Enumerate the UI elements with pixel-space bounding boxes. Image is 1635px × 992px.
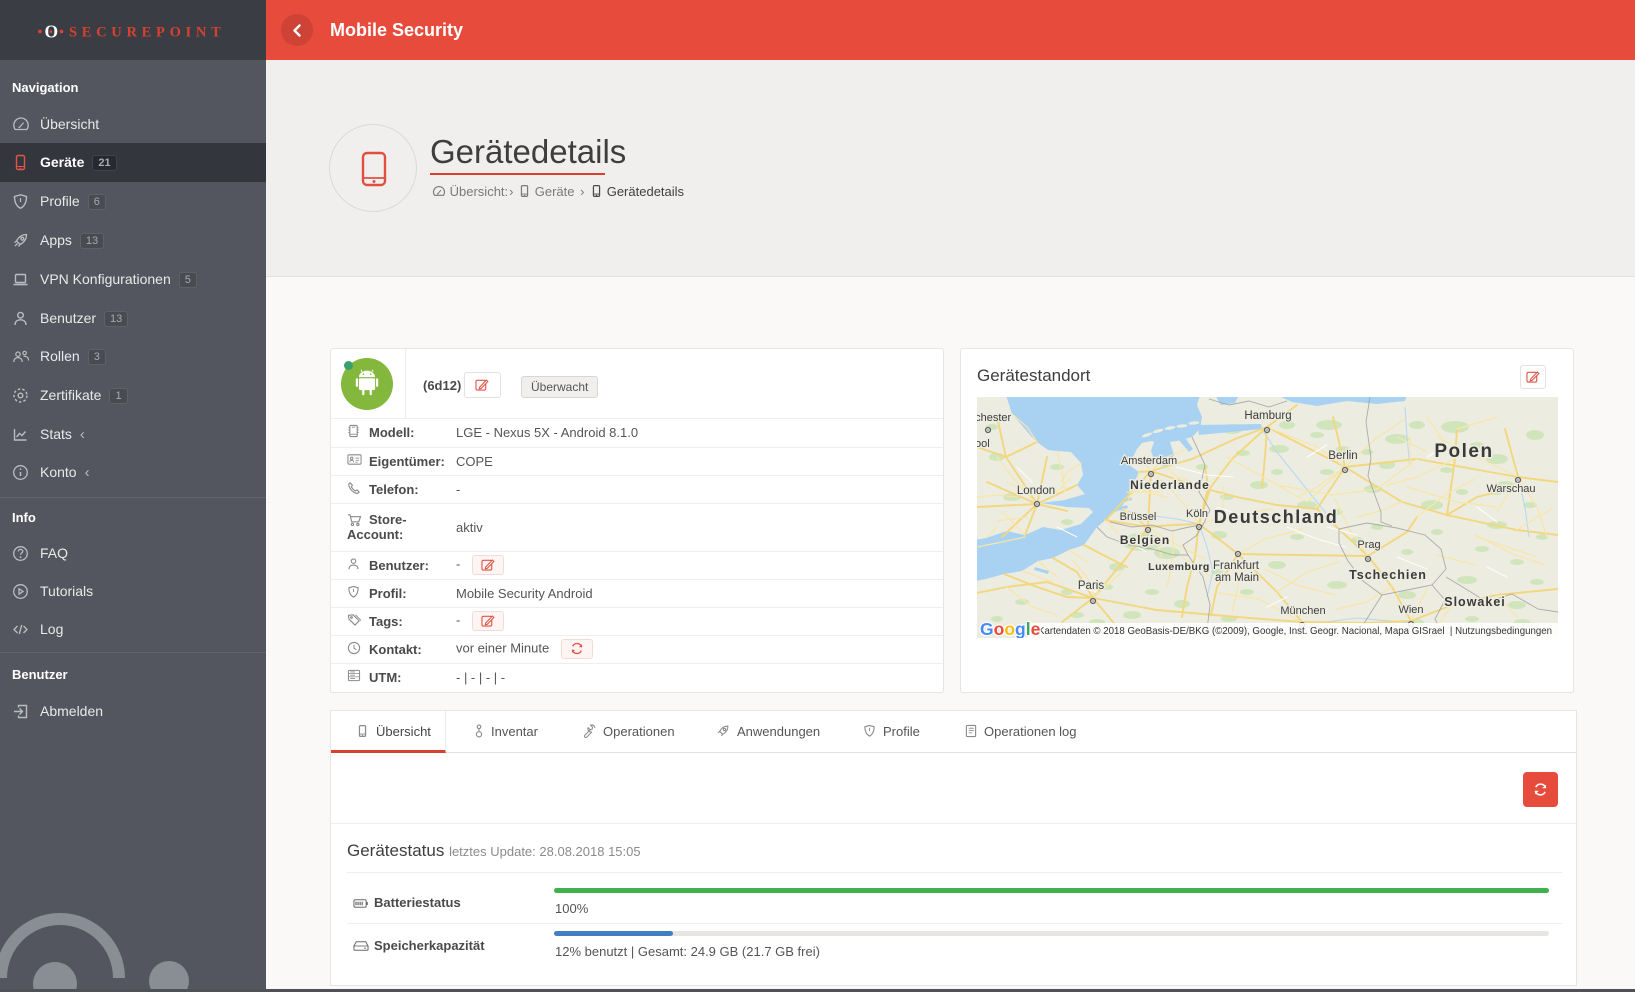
svg-text:Brüssel: Brüssel bbox=[1120, 511, 1157, 523]
svg-text:Luxemburg: Luxemburg bbox=[1148, 561, 1210, 573]
svg-text:Hamburg: Hamburg bbox=[1244, 410, 1291, 422]
svg-text:London: London bbox=[1017, 485, 1055, 497]
svg-text:ool: ool bbox=[977, 438, 990, 450]
svg-text:SECUREPOINT: SECUREPOINT bbox=[69, 25, 225, 41]
svg-text:Slowakei: Slowakei bbox=[1444, 595, 1506, 609]
svg-text:Google: Google bbox=[980, 619, 1041, 638]
svg-text:Prag: Prag bbox=[1357, 539, 1380, 551]
svg-text:München: München bbox=[1280, 605, 1325, 617]
svg-text:Warschau: Warschau bbox=[1486, 483, 1535, 495]
svg-text:Amsterdam: Amsterdam bbox=[1121, 455, 1177, 467]
svg-text:Köln: Köln bbox=[1186, 508, 1208, 520]
svg-text:Belgien: Belgien bbox=[1120, 533, 1170, 547]
svg-text:Paris: Paris bbox=[1078, 580, 1104, 592]
svg-text:Niederlande: Niederlande bbox=[1130, 478, 1210, 492]
svg-text:Kartendaten © 2018 GeoBasis-DE: Kartendaten © 2018 GeoBasis-DE/BKG (©200… bbox=[1038, 626, 1552, 637]
svg-text:Deutschland: Deutschland bbox=[1214, 507, 1339, 527]
svg-text:Polen: Polen bbox=[1434, 441, 1493, 462]
svg-text:Berlin: Berlin bbox=[1328, 450, 1357, 462]
svg-text:am Main: am Main bbox=[1215, 572, 1259, 584]
svg-text:Wien: Wien bbox=[1398, 604, 1423, 616]
svg-text:nchester: nchester bbox=[977, 412, 1012, 424]
svg-text:Tschechien: Tschechien bbox=[1349, 568, 1427, 582]
svg-text:Frankfurt: Frankfurt bbox=[1213, 560, 1260, 572]
